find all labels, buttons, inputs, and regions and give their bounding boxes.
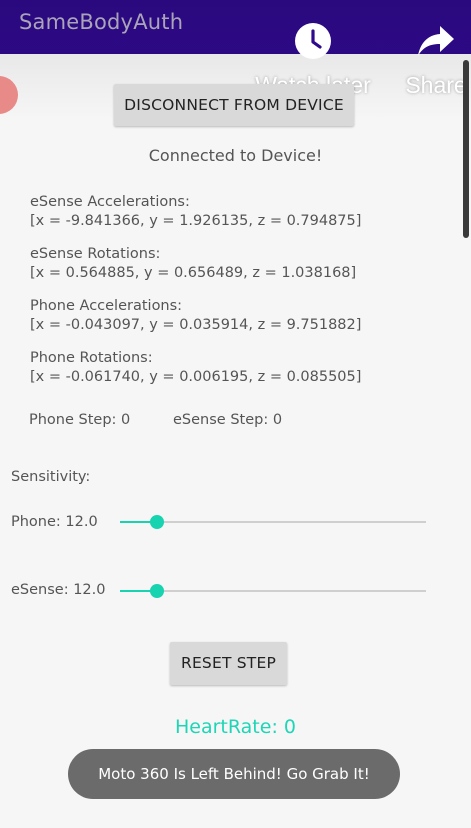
app-title: SameBodyAuth (19, 10, 184, 34)
reset-step-button[interactable]: RESET STEP (170, 642, 287, 685)
phone-rotations-label: Phone Rotations: (30, 350, 153, 366)
slider-track (120, 590, 426, 592)
esense-rotations-value: [x = 0.564885, y = 0.656489, z = 1.03816… (30, 265, 357, 281)
phone-rotations: Phone Rotations: [x = -0.061740, y = 0.0… (30, 349, 361, 387)
esense-rotations-label: eSense Rotations: (30, 246, 161, 262)
phone-rotations-value: [x = -0.061740, y = 0.006195, z = 0.0855… (30, 369, 362, 385)
share-arrow-icon (418, 26, 454, 56)
esense-accelerations-label: eSense Accelerations: (30, 194, 190, 210)
heart-rate: HeartRate: 0 (175, 716, 296, 738)
phone-sensitivity-label: Phone: 12.0 (11, 514, 98, 530)
phone-step-count: Phone Step: 0 (29, 412, 131, 428)
slider-track (120, 521, 426, 523)
phone-sensitivity-slider[interactable] (120, 512, 426, 532)
esense-step-count: eSense Step: 0 (173, 412, 283, 428)
clock-icon (295, 23, 331, 59)
phone-accelerations-value: [x = -0.043097, y = 0.035914, z = 9.7518… (30, 317, 362, 333)
sensitivity-heading: Sensitivity: (11, 469, 91, 485)
esense-sensitivity-label: eSense: 12.0 (11, 582, 106, 598)
esense-rotations: eSense Rotations: [x = 0.564885, y = 0.6… (30, 245, 356, 283)
share-button[interactable]: Share (398, 22, 471, 99)
phone-accelerations: Phone Accelerations: [x = -0.043097, y =… (30, 297, 361, 335)
share-label: Share (405, 72, 467, 98)
slider-thumb[interactable] (149, 584, 164, 598)
esense-accelerations: eSense Accelerations: [x = -9.841366, y … (30, 193, 361, 231)
disconnect-button[interactable]: DISCONNECT FROM DEVICE (114, 84, 354, 126)
esense-accelerations-value: [x = -9.841366, y = 1.926135, z = 0.7948… (30, 213, 362, 229)
side-floating-button[interactable] (0, 76, 18, 114)
slider-thumb[interactable] (149, 515, 164, 529)
toast-message: Moto 360 Is Left Behind! Go Grab It! (68, 749, 400, 799)
phone-accelerations-label: Phone Accelerations: (30, 298, 183, 314)
esense-sensitivity-slider[interactable] (120, 581, 426, 601)
connection-status: Connected to Device! (148, 146, 323, 165)
